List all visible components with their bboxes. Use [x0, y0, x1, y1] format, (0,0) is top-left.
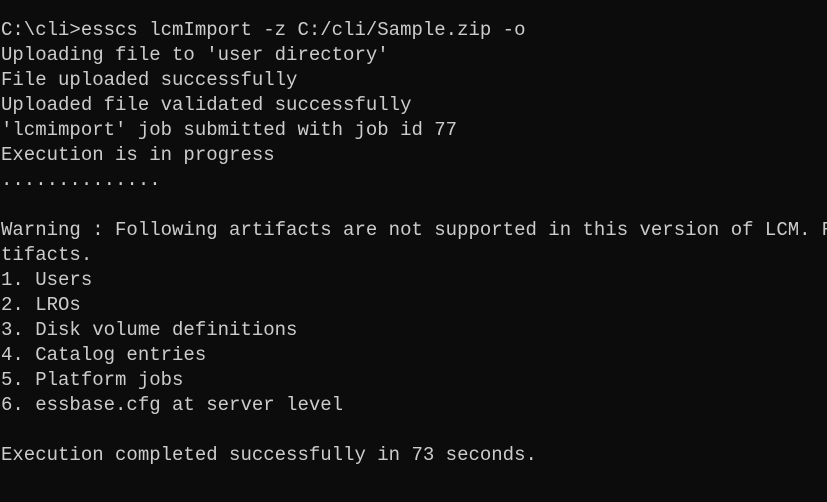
output-line: File uploaded successfully: [1, 69, 298, 91]
artifact-list-item: 6. essbase.cfg at server level: [1, 394, 344, 416]
artifact-list-item: 1. Users: [1, 269, 93, 291]
warning-line: Warning : Following artifacts are not su…: [1, 219, 827, 241]
output-line: Uploaded file validated successfully: [1, 94, 412, 116]
command-line: C:\cli>esscs lcmImport -z C:/cli/Sample.…: [1, 19, 526, 41]
artifact-list-item: 5. Platform jobs: [1, 369, 184, 391]
artifact-list-item: 2. LROs: [1, 294, 81, 316]
output-line: 'lcmimport' job submitted with job id 77: [1, 119, 458, 141]
completion-line: Execution completed successfully in 73 s…: [1, 444, 537, 466]
progress-dots: ..............: [1, 169, 161, 191]
output-line: Uploading file to 'user directory': [1, 44, 389, 66]
warning-line-continued: tifacts.: [1, 244, 93, 266]
artifact-list-item: 3. Disk volume definitions: [1, 319, 298, 341]
output-line: Execution is in progress: [1, 144, 275, 166]
terminal-window[interactable]: C:\cli>esscs lcmImport -z C:/cli/Sample.…: [0, 0, 827, 502]
artifact-list-item: 4. Catalog entries: [1, 344, 207, 366]
